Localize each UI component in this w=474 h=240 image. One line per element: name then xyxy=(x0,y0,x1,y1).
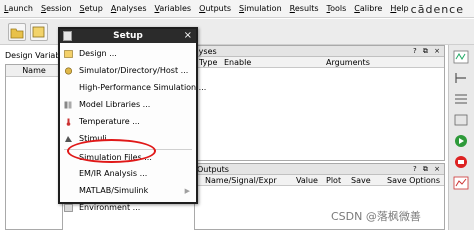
menu-item-matlab-simulink[interactable]: MATLAB/Simulink ▶ xyxy=(60,185,196,197)
close-icon[interactable]: × xyxy=(184,29,192,43)
right-toolbar xyxy=(448,45,474,230)
simulator-icon xyxy=(64,67,73,75)
menu-item-simulator-directory-host[interactable]: Simulator/Directory/Host ... xyxy=(60,65,196,77)
menu-item-label: EM/IR Analysis ... xyxy=(79,169,148,178)
menu-results[interactable]: Results xyxy=(286,4,323,13)
menu-setup[interactable]: Setup xyxy=(76,4,107,13)
menu-calibre[interactable]: Calibre xyxy=(350,4,386,13)
outputs-pane-controls[interactable]: ? ⧉ × xyxy=(413,164,442,175)
menu-help[interactable]: Help xyxy=(386,4,412,13)
menu-analyses[interactable]: Analyses xyxy=(107,4,151,13)
arguments-column-header[interactable]: Arguments xyxy=(326,57,370,68)
menu-outputs[interactable]: Outputs xyxy=(195,4,235,13)
menu-item-em-ir-analysis[interactable]: EM/IR Analysis ... xyxy=(60,168,196,180)
menu-item-label: Model Libraries ... xyxy=(79,100,151,109)
netlist-icon[interactable] xyxy=(453,113,469,127)
menu-item-label: MATLAB/Simulink xyxy=(79,186,149,195)
menu-item-label: Design ... xyxy=(79,49,117,58)
cadence-logo: cādence xyxy=(410,3,464,16)
run-icon[interactable] xyxy=(453,134,469,148)
window-icon xyxy=(63,31,72,41)
design-icon xyxy=(64,50,73,58)
design-variables-panel: Name xyxy=(5,64,63,230)
cellview-icon[interactable] xyxy=(30,23,48,41)
menu-item-label: Simulation Files ... xyxy=(79,153,152,162)
menu-item-model-libraries[interactable]: Model Libraries ... xyxy=(60,99,196,111)
outputs-column-headers: Name/Signal/Expr Value Plot Save Save Op… xyxy=(195,175,444,186)
menu-session[interactable]: Session xyxy=(37,4,76,13)
variable-icon[interactable] xyxy=(453,71,469,85)
menu-item-label: Temperature ... xyxy=(79,117,140,126)
analyses-column-headers: Type Enable Arguments xyxy=(179,57,444,68)
menu-item-label: Simulator/Directory/Host ... xyxy=(79,66,189,75)
submenu-arrow-icon: ▶ xyxy=(184,187,190,195)
setup-menu-dialog: Setup × Design ... Simulator/Directory/H… xyxy=(58,27,206,212)
save-options-column-header[interactable]: Save Options xyxy=(387,175,440,186)
menu-item-design[interactable]: Design ... xyxy=(60,48,196,60)
folder-icon[interactable] xyxy=(8,23,26,41)
menu-item-stimuli[interactable]: Stimuli ... xyxy=(60,133,196,145)
thermometer-icon xyxy=(64,118,73,126)
library-icon xyxy=(64,101,73,109)
menu-item-label: Environment ... xyxy=(79,203,141,212)
design-variables-label: Design Variabl xyxy=(5,51,63,60)
name-column-header[interactable]: Name xyxy=(6,65,62,77)
outputs-title: Outputs xyxy=(197,165,229,174)
environment-icon xyxy=(64,204,73,212)
setup-dialog-title-bar: Setup × xyxy=(60,29,196,43)
menu-item-label: High-Performance Simulation ... xyxy=(79,83,207,92)
menu-item-simulation-files[interactable]: Simulation Files ... xyxy=(60,152,196,164)
save-column-header[interactable]: Save xyxy=(351,175,371,186)
plot-icon[interactable] xyxy=(453,176,469,190)
name-signal-column-header[interactable]: Name/Signal/Expr xyxy=(205,175,277,186)
menu-item-temperature[interactable]: Temperature ... xyxy=(60,116,196,128)
analyses-pane-controls[interactable]: ? ⧉ × xyxy=(413,46,442,57)
menu-tools[interactable]: Tools xyxy=(323,4,351,13)
stimuli-icon xyxy=(64,135,73,143)
ac-dc-trans-icon[interactable] xyxy=(453,50,469,64)
menu-item-environment[interactable]: Environment ... xyxy=(60,202,196,214)
value-column-header[interactable]: Value xyxy=(296,175,318,186)
menu-item-label: Stimuli ... xyxy=(79,134,117,143)
stop-icon[interactable] xyxy=(453,155,469,169)
setup-dialog-title: Setup xyxy=(113,31,143,41)
output-setup-icon[interactable] xyxy=(453,92,469,106)
analyses-pane: Analyses ? ⧉ × Type Enable Arguments xyxy=(178,45,445,161)
outputs-title-bar: Outputs ? ⧉ × xyxy=(195,164,444,175)
menu-bar: Launch Session Setup Analyses Variables … xyxy=(0,0,474,18)
menu-item-high-performance-simulation[interactable]: High-Performance Simulation ... xyxy=(60,82,206,94)
watermark: CSDN @落枫微善 xyxy=(331,210,421,223)
menu-simulation[interactable]: Simulation xyxy=(235,4,286,13)
type-column-header[interactable]: Type xyxy=(199,57,217,68)
plot-column-header[interactable]: Plot xyxy=(326,175,341,186)
analyses-title-bar: Analyses ? ⧉ × xyxy=(179,46,444,57)
menu-launch[interactable]: Launch xyxy=(0,4,37,13)
menu-variables[interactable]: Variables xyxy=(150,4,195,13)
menu-separator xyxy=(64,149,192,150)
enable-column-header[interactable]: Enable xyxy=(224,57,251,68)
